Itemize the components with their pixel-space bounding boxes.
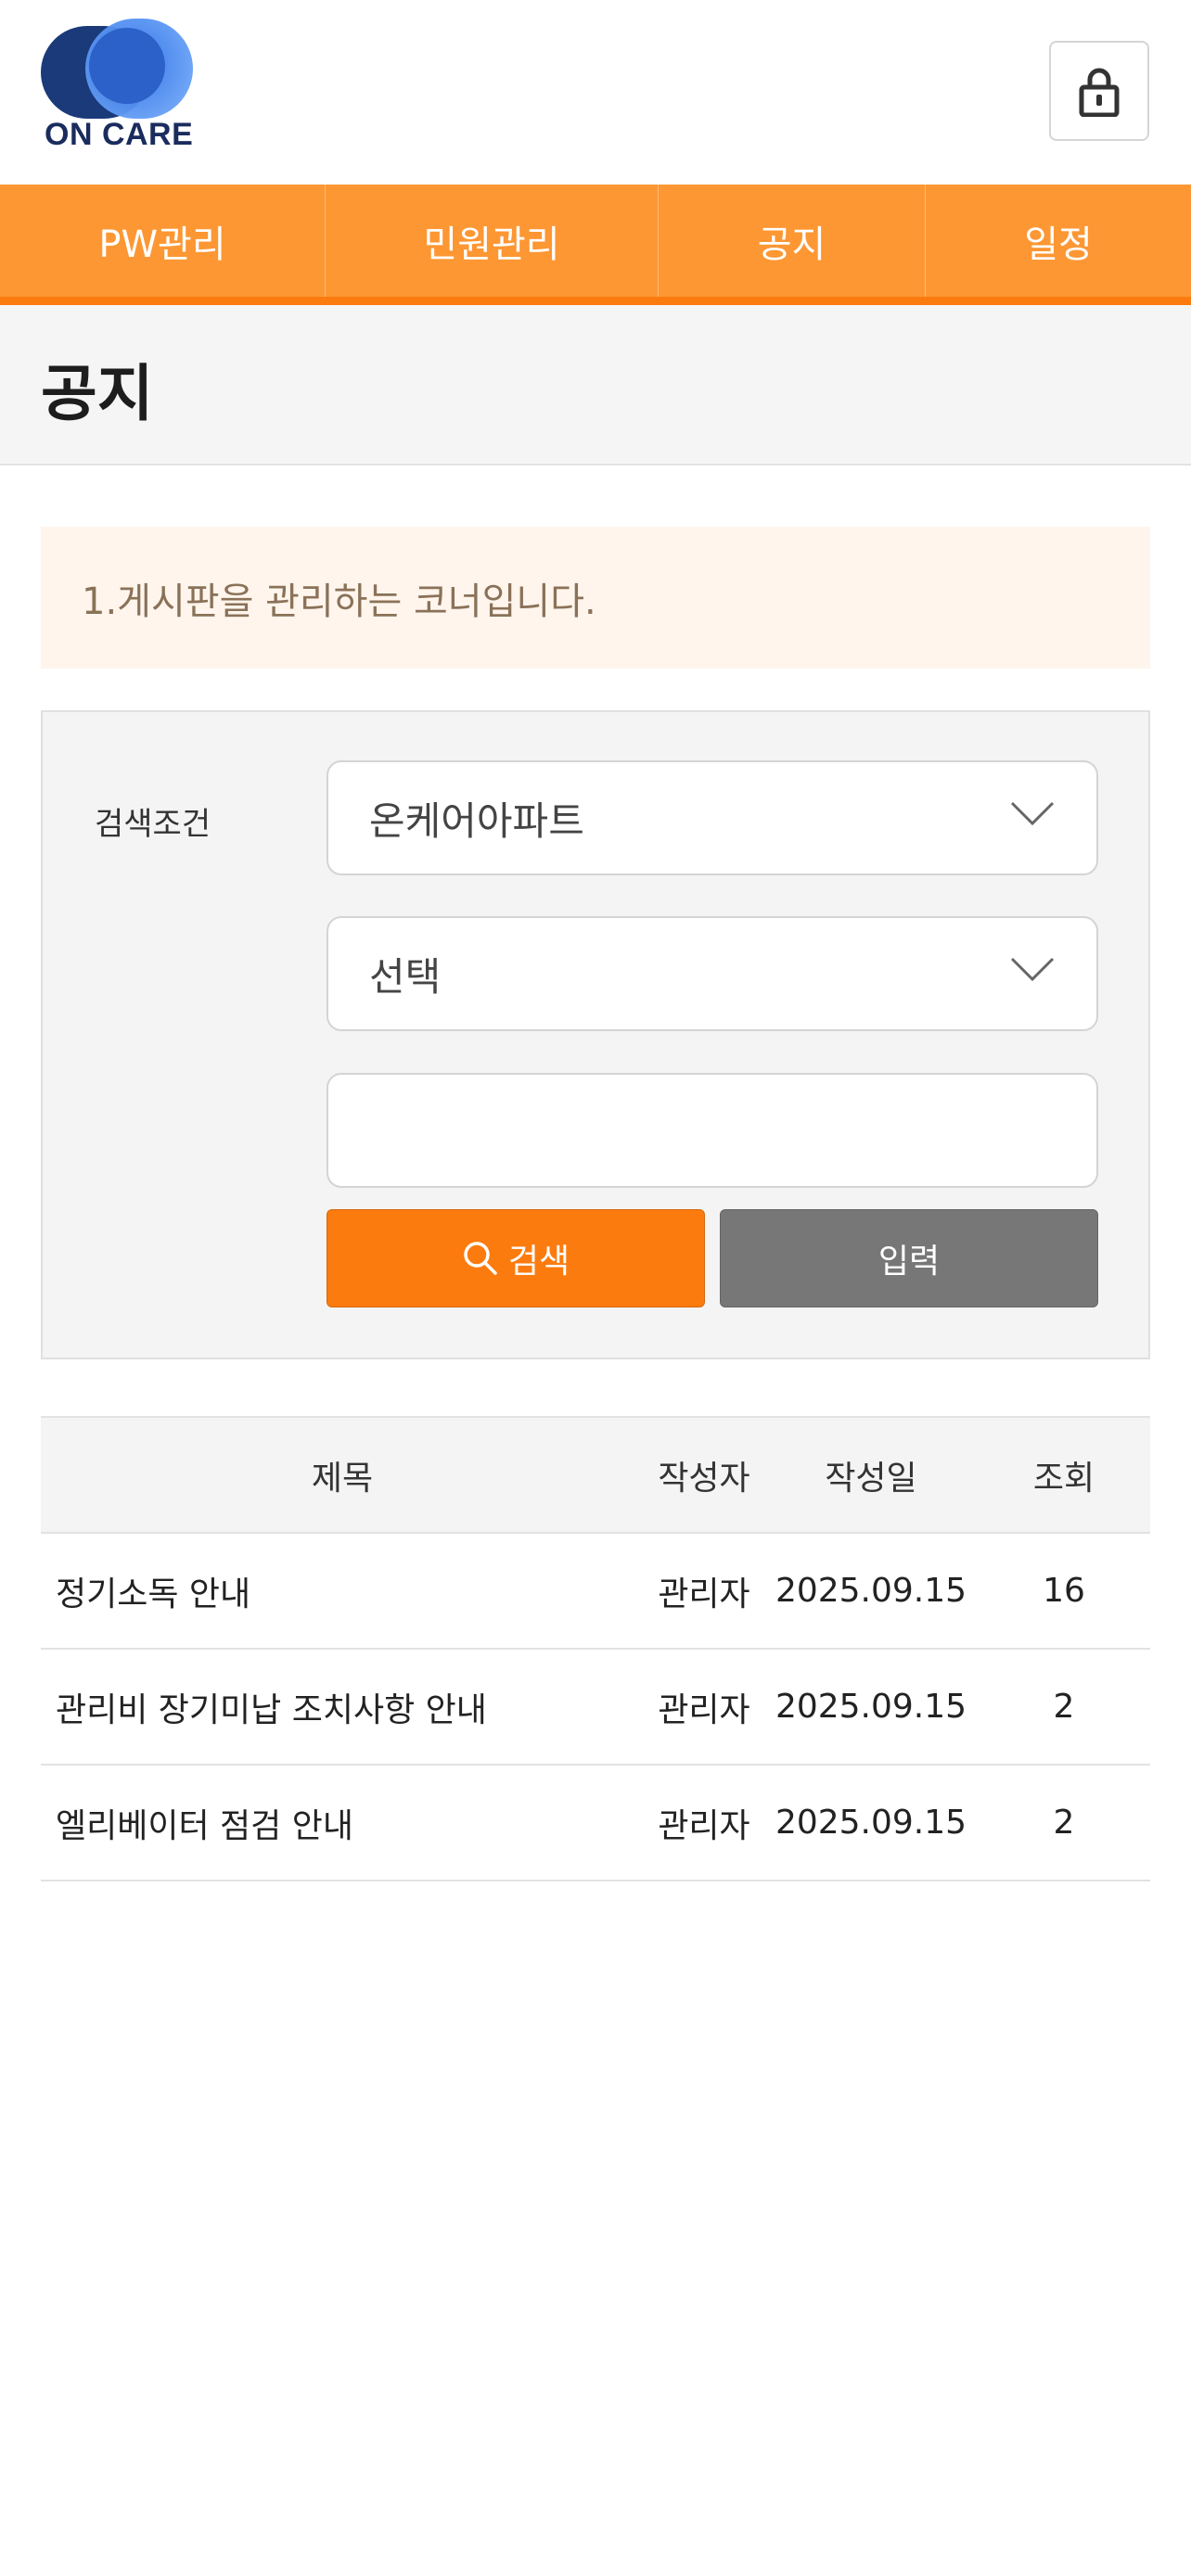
table-row[interactable]: 관리비 장기미납 조치사항 안내 관리자 2025.09.15 2 — [41, 1650, 1150, 1766]
search-icon — [464, 1242, 497, 1275]
column-header-date: 작성일 — [825, 1459, 917, 1498]
row-author: 관리자 — [658, 1575, 750, 1613]
row-date: 2025.09.15 — [775, 1572, 967, 1610]
row-author: 관리자 — [658, 1690, 750, 1729]
logo-circle-inner — [89, 28, 165, 104]
table-row[interactable]: 정기소독 안내 관리자 2025.09.15 16 — [41, 1534, 1150, 1650]
column-header-title: 제목 — [311, 1459, 374, 1498]
row-title[interactable]: 정기소독 안내 — [41, 1567, 644, 1615]
row-views: 2 — [1053, 1804, 1075, 1842]
chevron-down-icon — [1010, 801, 1055, 826]
main-nav: PW관리 민원관리 공지 일정 — [0, 185, 1191, 305]
app-header: ON CARE — [0, 0, 1191, 185]
on-care-logo[interactable]: ON CARE — [41, 7, 198, 156]
nav-item-notice[interactable]: 공지 — [659, 185, 926, 297]
lock-icon — [1079, 68, 1120, 117]
page-title-band: 공지 — [0, 305, 1191, 465]
apartment-select-value: 온케어아파트 — [369, 797, 584, 844]
row-views: 2 — [1053, 1688, 1075, 1726]
row-title[interactable]: 엘리베이터 점검 안내 — [41, 1799, 644, 1847]
row-views: 16 — [1043, 1572, 1085, 1610]
apartment-select[interactable]: 온케어아파트 — [327, 760, 1098, 875]
search-panel: 검색조건 온케어아파트 선택 검색 입력 — [41, 710, 1150, 1359]
row-date: 2025.09.15 — [775, 1804, 967, 1842]
logo-text: ON CARE — [45, 117, 194, 152]
category-select[interactable]: 선택 — [327, 916, 1098, 1031]
search-condition-label: 검색조건 — [95, 806, 211, 843]
input-button[interactable]: 입력 — [720, 1209, 1098, 1307]
row-title[interactable]: 관리비 장기미납 조치사항 안내 — [41, 1683, 644, 1731]
category-select-value: 선택 — [369, 953, 442, 1000]
input-button-label: 입력 — [877, 1243, 941, 1281]
board-notice: 1.게시판을 관리하는 코너입니다. — [41, 527, 1150, 669]
table-row[interactable]: 엘리베이터 점검 안내 관리자 2025.09.15 2 — [41, 1766, 1150, 1881]
table-header-row: 제목 작성자 작성일 조회 — [41, 1416, 1150, 1534]
nav-item-schedule[interactable]: 일정 — [926, 185, 1191, 297]
nav-item-pw-management[interactable]: PW관리 — [0, 185, 326, 297]
search-button[interactable]: 검색 — [327, 1209, 705, 1307]
search-keyword-input[interactable] — [327, 1073, 1098, 1188]
column-header-author: 작성자 — [658, 1459, 750, 1498]
page-title: 공지 — [41, 358, 154, 429]
lock-button[interactable] — [1049, 41, 1149, 141]
row-date: 2025.09.15 — [775, 1688, 967, 1726]
search-button-label: 검색 — [507, 1243, 570, 1281]
row-author: 관리자 — [658, 1806, 750, 1845]
chevron-down-icon — [1010, 957, 1055, 982]
column-header-views: 조회 — [1032, 1459, 1095, 1498]
notice-table: 제목 작성자 작성일 조회 정기소독 안내 관리자 2025.09.15 16 … — [41, 1416, 1150, 1881]
nav-item-complaints[interactable]: 민원관리 — [326, 185, 659, 297]
